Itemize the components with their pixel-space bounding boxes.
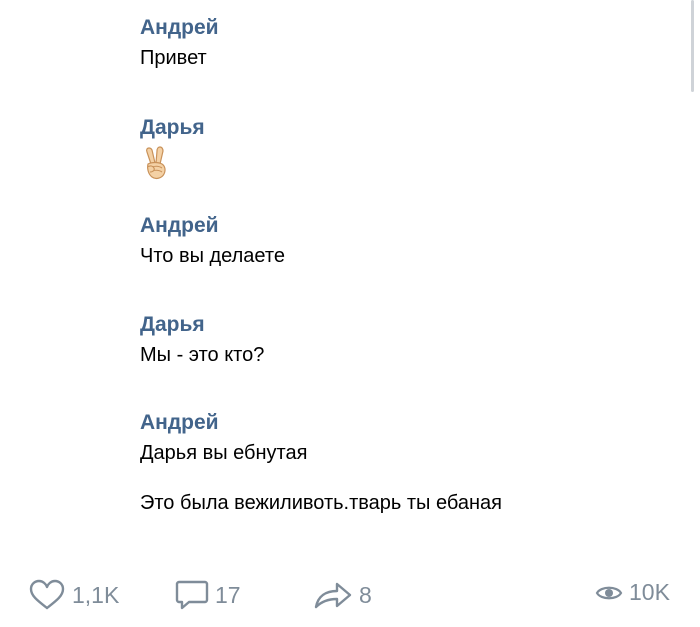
view-count: 10K	[629, 579, 670, 605]
victory-hand-emoji	[140, 146, 172, 180]
message-author[interactable]: Андрей	[140, 411, 502, 435]
comment-button[interactable]: 17	[175, 579, 241, 611]
comment-icon	[175, 580, 209, 610]
message-text: Что вы делаете	[140, 245, 285, 267]
message-text: Дарья вы ебнутая	[140, 442, 308, 464]
message-text: Привет	[140, 47, 207, 69]
message-author[interactable]: Дарья	[140, 116, 205, 140]
like-count: 1,1K	[72, 581, 120, 608]
like-button[interactable]: 1,1K	[28, 579, 119, 611]
message: Андрей Что вы делаете	[140, 214, 285, 268]
message-author[interactable]: Дарья	[140, 313, 264, 337]
comment-count: 17	[215, 581, 241, 608]
message-text: Это была вежиливоть.тварь ты ебаная	[140, 492, 502, 514]
heart-icon	[29, 579, 65, 610]
post-actions-bar: 1,1K 17 8 10K	[0, 575, 700, 619]
message: Андрей Привет	[140, 16, 219, 70]
share-arrow-icon	[314, 582, 352, 609]
share-count: 8	[359, 581, 372, 608]
message: Дарья	[140, 116, 205, 180]
message-author[interactable]: Андрей	[140, 16, 219, 40]
message-author[interactable]: Андрей	[140, 214, 285, 238]
message: Дарья Мы - это кто?	[140, 313, 264, 367]
eye-icon	[595, 586, 623, 599]
message-text: Мы - это кто?	[140, 344, 265, 366]
message: Андрей Дарья вы ебнутая Это была вежилив…	[140, 411, 502, 515]
views-counter: 10K	[595, 579, 670, 606]
scrollbar[interactable]	[691, 0, 694, 92]
share-button[interactable]: 8	[313, 579, 372, 611]
